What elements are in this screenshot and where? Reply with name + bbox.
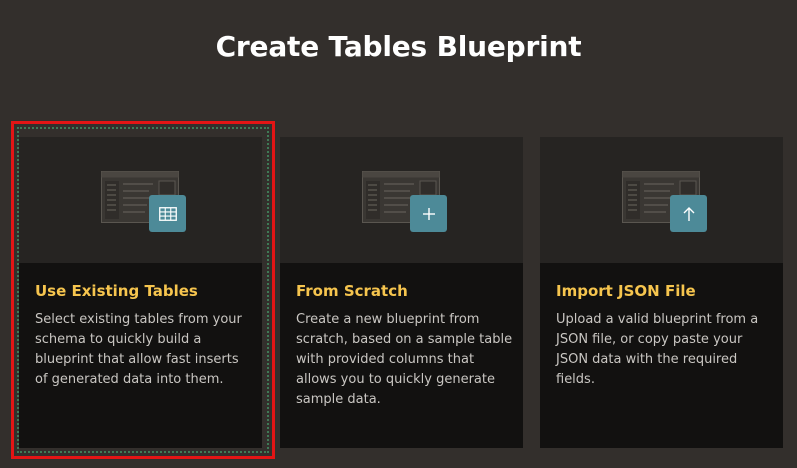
card-title: From Scratch — [296, 282, 408, 300]
card-illustration — [19, 137, 262, 263]
card-import-json-file[interactable]: Import JSON File Upload a valid blueprin… — [540, 137, 783, 448]
card-use-existing-tables[interactable]: Use Existing Tables Select existing tabl… — [19, 137, 262, 448]
card-description: Create a new blueprint from scratch, bas… — [296, 312, 513, 407]
create-tables-blueprint-page: Create Tables Blueprint Use Existing Tab… — [0, 0, 797, 468]
card-description: Select existing tables from your schema … — [35, 312, 242, 387]
card-illustration — [540, 137, 783, 263]
card-description: Upload a valid blueprint from a JSON fil… — [556, 312, 759, 387]
upload-arrow-icon — [683, 206, 694, 221]
card-title: Use Existing Tables — [35, 282, 198, 300]
card-illustration — [280, 137, 523, 263]
table-grid-badge — [149, 195, 186, 232]
card-from-scratch[interactable]: From Scratch Create a new blueprint from… — [280, 137, 523, 448]
page-title: Create Tables Blueprint — [215, 30, 582, 63]
table-grid-icon — [158, 206, 177, 221]
upload-badge — [670, 195, 707, 232]
plus-icon — [422, 207, 435, 220]
plus-badge — [410, 195, 447, 232]
card-title: Import JSON File — [556, 282, 696, 300]
